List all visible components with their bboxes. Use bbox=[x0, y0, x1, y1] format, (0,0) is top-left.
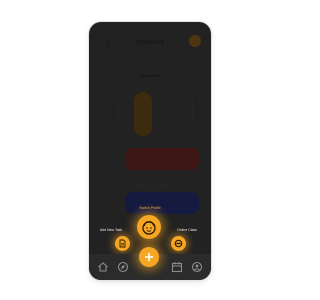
day-cell[interactable] bbox=[113, 98, 125, 126]
switch-profile-label: Switch Profile bbox=[139, 206, 161, 210]
compass-icon[interactable] bbox=[117, 261, 129, 273]
document-icon bbox=[119, 239, 126, 248]
day-selector bbox=[89, 92, 211, 136]
calendar-icon[interactable] bbox=[171, 261, 183, 273]
task-card[interactable] bbox=[125, 148, 199, 170]
timeline-dots bbox=[131, 174, 176, 192]
day-cell[interactable] bbox=[93, 98, 105, 126]
next-month-icon[interactable]: › bbox=[204, 73, 205, 78]
face-icon bbox=[142, 221, 156, 235]
switch-profile-button[interactable] bbox=[137, 215, 161, 239]
selected-day[interactable] bbox=[134, 92, 152, 136]
back-arrow-icon[interactable] bbox=[103, 38, 113, 48]
fab-toggle-button[interactable] bbox=[139, 247, 159, 267]
add-new-task-label: Add New Task bbox=[99, 228, 123, 232]
task-card[interactable] bbox=[125, 192, 199, 214]
day-cell[interactable] bbox=[165, 98, 177, 126]
online-class-button[interactable] bbox=[171, 236, 186, 251]
avatar[interactable] bbox=[189, 35, 201, 47]
add-new-task-button[interactable] bbox=[115, 236, 130, 251]
toggle-icon bbox=[174, 239, 183, 248]
user-icon[interactable] bbox=[191, 261, 203, 273]
phone-screen: SCHEDULE ‹ September › Switch Profile Ad… bbox=[89, 22, 211, 280]
page-title: SCHEDULE bbox=[135, 40, 165, 46]
home-icon[interactable] bbox=[97, 261, 109, 273]
day-cell[interactable] bbox=[187, 98, 199, 126]
month-label: September bbox=[138, 73, 161, 78]
plus-icon bbox=[145, 253, 153, 261]
online-class-label: Online Class bbox=[177, 228, 197, 232]
